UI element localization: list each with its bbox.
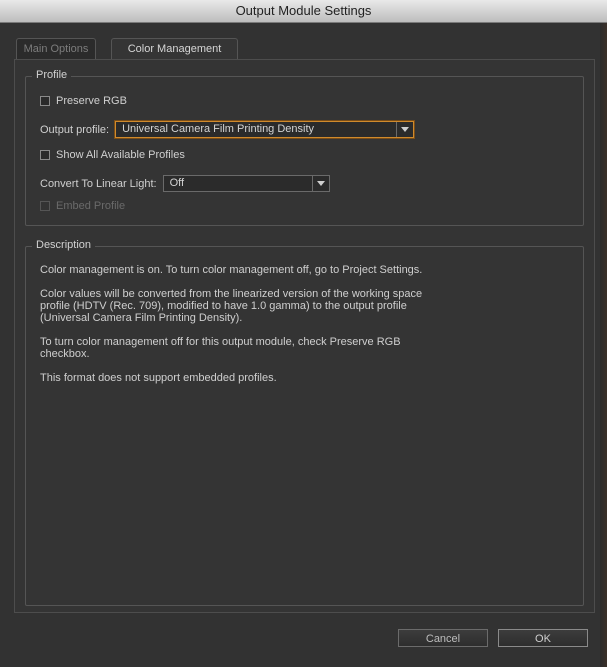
convert-linear-row: Convert To Linear Light: Off	[40, 175, 330, 192]
output-profile-row: Output profile: Universal Camera Film Pr…	[40, 121, 415, 138]
preserve-rgb-checkbox[interactable]	[40, 96, 50, 106]
description-line: Color values will be converted from the …	[40, 288, 423, 300]
show-all-row[interactable]: Show All Available Profiles	[40, 149, 185, 161]
embed-profile-label: Embed Profile	[56, 200, 126, 212]
dropdown-arrow-icon[interactable]	[311, 176, 329, 191]
embed-profile-row: Embed Profile	[40, 200, 125, 212]
tab-main-options[interactable]: Main Options	[16, 38, 96, 59]
embed-profile-checkbox	[40, 201, 50, 211]
description-line: Color management is on. To turn color ma…	[40, 264, 423, 276]
preserve-rgb-row[interactable]: Preserve RGB	[40, 95, 127, 107]
show-all-profiles-label: Show All Available Profiles	[56, 149, 185, 161]
ok-button[interactable]: OK	[498, 629, 588, 647]
profile-group: Profile Preserve RGB Output profile: Uni…	[25, 69, 584, 226]
dropdown-arrow-icon[interactable]	[396, 122, 413, 137]
description-legend: Description	[32, 239, 96, 251]
convert-linear-dropdown[interactable]: Off	[162, 175, 330, 192]
preserve-rgb-label: Preserve RGB	[56, 95, 127, 107]
description-line: This format does not support embedded pr…	[40, 372, 277, 384]
description-line: To turn color management off for this ou…	[40, 336, 401, 348]
description-line: (Universal Camera Film Printing Density)…	[40, 312, 243, 324]
convert-linear-label: Convert To Linear Light:	[40, 177, 157, 190]
tab-panel: Profile Preserve RGB Output profile: Uni…	[14, 59, 595, 613]
background-window-edge	[600, 23, 607, 667]
profile-legend: Profile	[32, 69, 72, 81]
description-group: Description Color management is on. To t…	[25, 239, 584, 606]
window-title: Output Module Settings	[0, 0, 607, 23]
description-line: checkbox.	[40, 348, 90, 360]
cancel-button[interactable]: Cancel	[398, 629, 488, 647]
output-profile-dropdown[interactable]: Universal Camera Film Printing Density	[115, 121, 415, 138]
show-all-profiles-checkbox[interactable]	[40, 150, 50, 160]
dialog-body: Main Options Color Management Profile Pr…	[0, 23, 607, 667]
description-text: Color management is on. To turn color ma…	[40, 264, 570, 384]
convert-linear-value: Off	[169, 177, 185, 189]
description-line: profile (HDTV (Rec. 709), modified to ha…	[40, 300, 407, 312]
output-profile-label: Output profile:	[40, 123, 110, 136]
tab-color-management[interactable]: Color Management	[111, 38, 238, 60]
output-profile-value: Universal Camera Film Printing Density	[122, 123, 315, 135]
